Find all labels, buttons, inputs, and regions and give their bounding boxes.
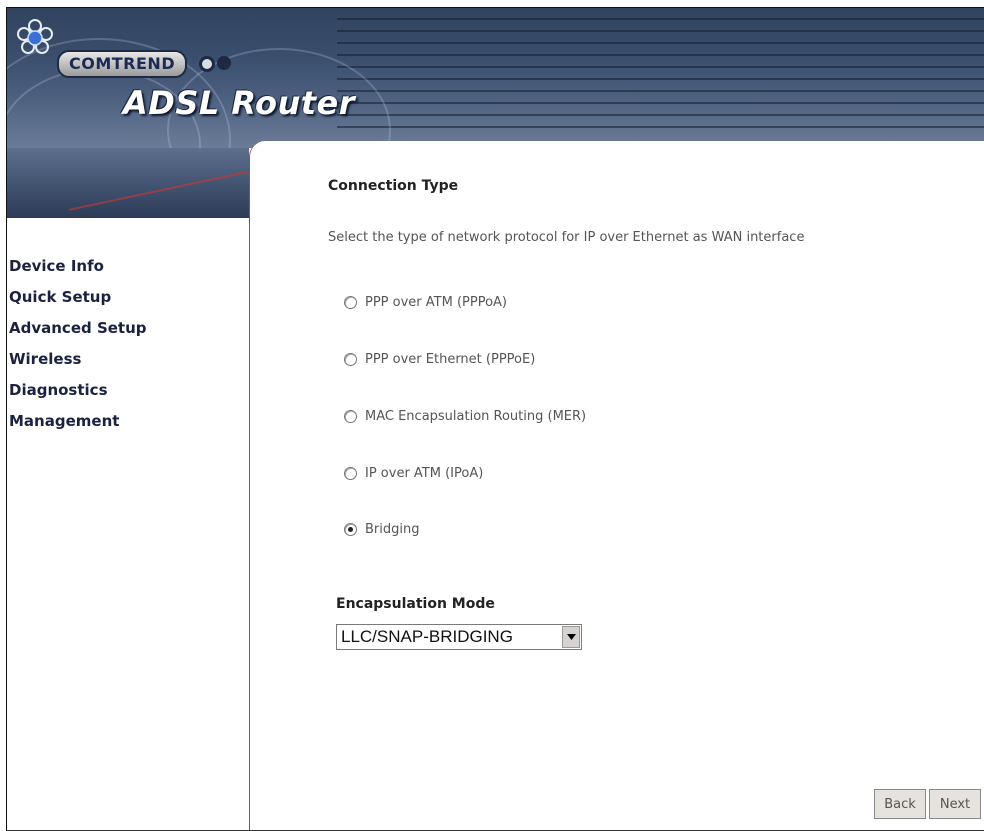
radio-mer[interactable] xyxy=(344,409,357,423)
brand-dot-outline xyxy=(199,56,215,72)
sidebar-item-diagnostics[interactable]: Diagnostics xyxy=(9,375,147,406)
option-label: IP over ATM (IPoA) xyxy=(365,465,484,481)
option-label: PPP over ATM (PPPoA) xyxy=(365,294,507,310)
sidebar-item-management[interactable]: Management xyxy=(9,406,147,437)
radio-pppoa[interactable] xyxy=(344,295,357,309)
option-mer[interactable]: MAC Encapsulation Routing (MER) xyxy=(344,405,586,427)
chevron-down-icon[interactable] xyxy=(562,626,580,648)
option-pppoe[interactable]: PPP over Ethernet (PPPoE) xyxy=(344,348,535,370)
option-ipoa[interactable]: IP over ATM (IPoA) xyxy=(344,462,483,484)
option-label: MAC Encapsulation Routing (MER) xyxy=(365,408,587,424)
main-content: Connection Type Select the type of netwo… xyxy=(249,141,984,830)
brand-dot-filled xyxy=(217,56,231,70)
option-label: Bridging xyxy=(365,521,420,537)
sidebar-item-advanced-setup[interactable]: Advanced Setup xyxy=(9,313,147,344)
encapsulation-mode-value: LLC/SNAP-BRIDGING xyxy=(341,627,513,646)
next-button[interactable]: Next xyxy=(929,789,981,819)
sidebar-item-quick-setup[interactable]: Quick Setup xyxy=(9,282,147,313)
connection-type-title: Connection Type xyxy=(328,178,459,194)
back-button[interactable]: Back xyxy=(874,789,926,819)
radio-bridging[interactable] xyxy=(344,522,357,536)
sidebar: Device Info Quick Setup Advanced Setup W… xyxy=(7,218,249,830)
encapsulation-mode-title: Encapsulation Mode xyxy=(336,596,495,612)
option-label: PPP over Ethernet (PPPoE) xyxy=(365,351,536,367)
sidebar-item-wireless[interactable]: Wireless xyxy=(9,344,147,375)
product-title: ADSL Router xyxy=(123,84,355,122)
sidebar-nav: Device Info Quick Setup Advanced Setup W… xyxy=(9,251,147,437)
brand-logo: COMTREND xyxy=(57,50,188,78)
sidebar-item-device-info[interactable]: Device Info xyxy=(9,251,147,282)
router-page: COMTREND ADSL Router Device Info Quick S… xyxy=(6,7,984,831)
banner-left-strip xyxy=(7,148,249,218)
comtrend-logo-icon xyxy=(17,19,53,54)
encapsulation-mode-select[interactable]: LLC/SNAP-BRIDGING xyxy=(336,624,582,650)
option-bridging[interactable]: Bridging xyxy=(344,518,419,540)
connection-type-description: Select the type of network protocol for … xyxy=(328,230,805,245)
option-pppoa[interactable]: PPP over ATM (PPPoA) xyxy=(344,291,507,313)
radio-ipoa[interactable] xyxy=(344,466,357,480)
radio-pppoe[interactable] xyxy=(344,352,357,366)
header-banner: COMTREND ADSL Router xyxy=(7,8,984,148)
